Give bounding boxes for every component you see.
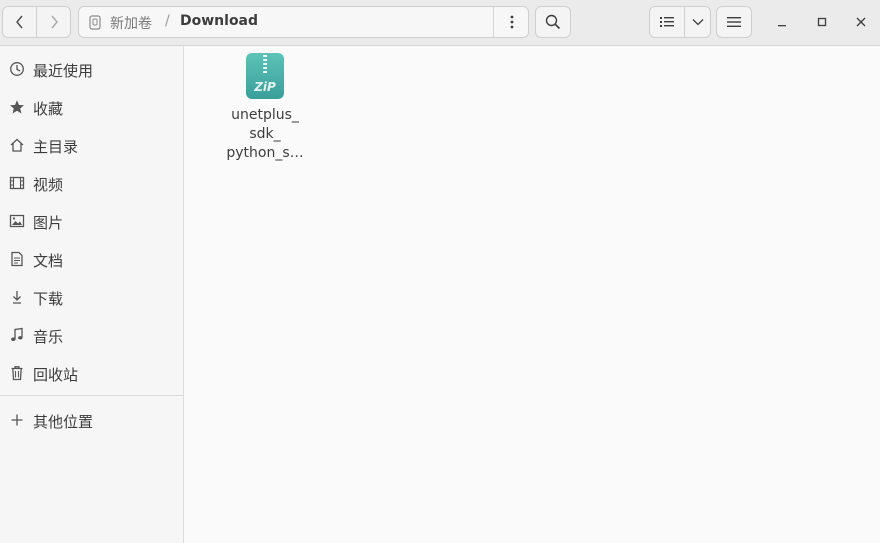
sidebar: 最近使用 收藏 主目录 视频 图片 文档 下载 音乐 回收站 其他位置 (0, 46, 184, 543)
download-icon (13, 291, 21, 304)
sidebar-item-documents[interactable]: 文档 (0, 240, 183, 278)
sidebar-item-label: 图片 (33, 214, 64, 232)
path-menu-button[interactable] (494, 7, 529, 37)
close-button[interactable] (849, 10, 873, 34)
star-icon (10, 100, 24, 114)
file-item[interactable]: ZiP unetplus_ sdk_ python_s… (221, 52, 309, 162)
chevron-right-icon (50, 15, 58, 29)
sidebar-item-label: 视频 (33, 176, 64, 194)
sidebar-item-label: 最近使用 (33, 62, 94, 80)
clock-icon (10, 62, 24, 76)
file-name-line: sdk_ (249, 126, 281, 142)
header-bar: 新加卷 / Download (0, 0, 880, 46)
chevron-down-icon (692, 19, 703, 26)
view-options-dropdown[interactable] (684, 6, 711, 38)
sidebar-item-trash[interactable]: 回收站 (0, 354, 183, 392)
maximize-button[interactable] (810, 10, 834, 34)
sidebar-divider (0, 395, 183, 396)
drive-icon (89, 15, 101, 30)
breadcrumb-separator: / (165, 13, 170, 29)
sidebar-item-label: 音乐 (33, 328, 64, 346)
sidebar-item-music[interactable]: 音乐 (0, 316, 183, 354)
main-menu-button[interactable] (716, 6, 752, 38)
sidebar-item-recent[interactable]: 最近使用 (0, 50, 183, 88)
file-manager-window: 新加卷 / Download 最近使用 收藏 主目录 视频 图片 文档 下载 音… (0, 0, 880, 543)
sidebar-item-videos[interactable]: 视频 (0, 164, 183, 202)
vertical-ellipsis-icon (510, 15, 513, 29)
sidebar-item-label: 回收站 (33, 366, 79, 384)
back-button[interactable] (2, 6, 37, 38)
sidebar-item-pictures[interactable]: 图片 (0, 202, 183, 240)
sidebar-item-label: 其他位置 (33, 413, 94, 431)
zip-label-text: ZiP (253, 80, 276, 94)
sidebar-item-label: 收藏 (33, 100, 64, 118)
chevron-left-icon (15, 15, 23, 29)
forward-button[interactable] (36, 6, 71, 38)
film-icon (9, 176, 25, 190)
close-icon (856, 17, 866, 27)
search-button[interactable] (535, 6, 571, 38)
sidebar-item-other-locations[interactable]: 其他位置 (0, 401, 183, 439)
home-icon (10, 138, 24, 152)
breadcrumb-current[interactable]: Download (180, 13, 258, 29)
minimize-icon (778, 25, 786, 27)
sidebar-item-home[interactable]: 主目录 (0, 126, 183, 164)
zip-archive-icon: ZiP (246, 53, 284, 99)
file-name-line: unetplus_ (231, 107, 299, 123)
breadcrumb-root[interactable]: 新加卷 (110, 13, 152, 33)
minimize-button[interactable] (770, 10, 794, 34)
hamburger-menu-icon (727, 17, 741, 27)
plus-icon (11, 414, 23, 426)
file-name-line: python_s… (226, 145, 304, 161)
list-view-icon (660, 17, 674, 27)
path-bar[interactable]: 新加卷 / Download (78, 6, 529, 38)
image-icon (9, 214, 25, 228)
list-view-button[interactable] (649, 6, 685, 38)
document-icon (11, 251, 23, 267)
file-view[interactable]: ZiP unetplus_ sdk_ python_s… (185, 46, 880, 543)
sidebar-item-label: 主目录 (33, 138, 79, 156)
sidebar-item-starred[interactable]: 收藏 (0, 88, 183, 126)
file-name: unetplus_ sdk_ python_s… (221, 106, 309, 163)
search-icon (545, 14, 561, 30)
sidebar-item-label: 下载 (33, 290, 64, 308)
music-icon (11, 327, 23, 341)
trash-icon (11, 366, 23, 381)
sidebar-item-downloads[interactable]: 下载 (0, 278, 183, 316)
sidebar-item-label: 文档 (33, 252, 64, 270)
maximize-icon (817, 17, 827, 27)
